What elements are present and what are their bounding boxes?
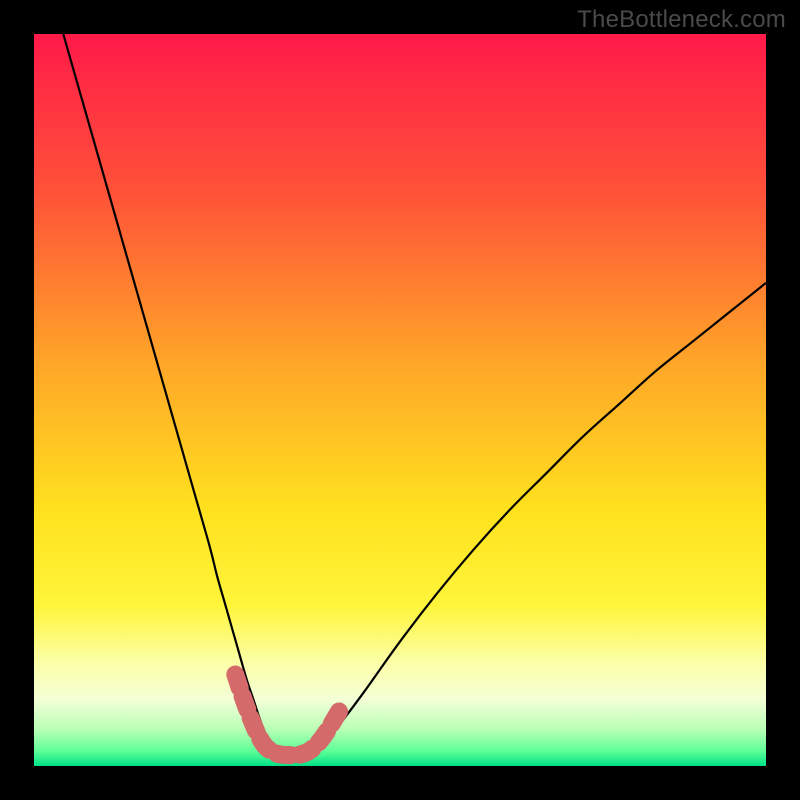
- gradient-background: [34, 34, 766, 766]
- watermark-text: TheBottleneck.com: [577, 6, 786, 34]
- chart-svg: [34, 34, 766, 766]
- plot-area: [34, 34, 766, 766]
- outer-frame: TheBottleneck.com: [0, 0, 800, 800]
